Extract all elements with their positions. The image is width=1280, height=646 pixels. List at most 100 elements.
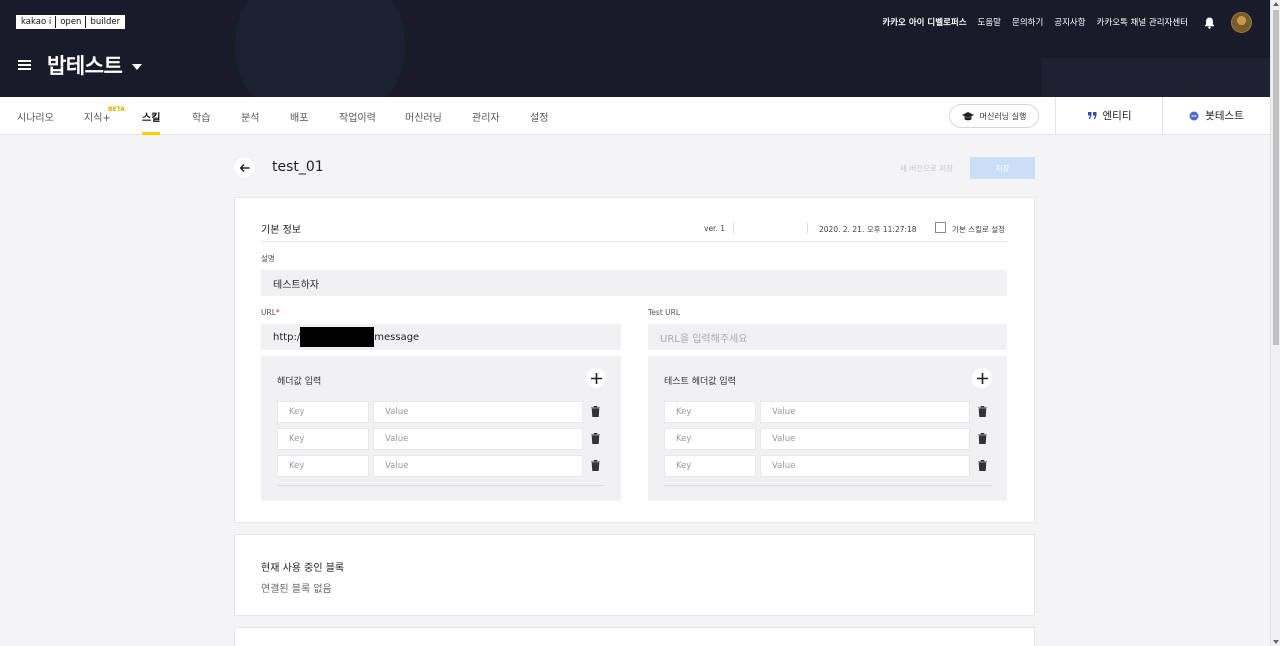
test-header-row: Key Value xyxy=(664,428,992,450)
entity-button[interactable]: 엔티티 xyxy=(1055,97,1163,134)
link-channel-admin[interactable]: 카카오톡 채널 관리자센터 xyxy=(1097,17,1188,29)
header-decoration xyxy=(235,0,405,97)
link-kakao-i-developers[interactable]: 카카오 아이 디벨로퍼스 xyxy=(882,17,966,29)
logo-part: builder xyxy=(85,16,124,28)
url-suffix: message xyxy=(374,331,420,343)
test-url-placeholder: URL을 입력해주세요 xyxy=(660,333,748,345)
tab-analytics[interactable]: 분석 xyxy=(241,109,259,124)
plus-icon xyxy=(976,372,988,384)
skill-title: test_01 xyxy=(272,159,324,175)
page-scrollbar[interactable] xyxy=(1270,0,1280,646)
divider xyxy=(664,485,992,486)
bot-test-button[interactable]: 봇테스트 xyxy=(1162,97,1270,134)
description-input[interactable]: 테스트하자 xyxy=(261,270,1007,296)
trash-icon[interactable] xyxy=(591,460,600,471)
tab-history[interactable]: 작업이력 xyxy=(339,109,376,124)
link-notice[interactable]: 공지사항 xyxy=(1054,17,1085,29)
kakao-open-builder-logo[interactable]: kakao i open builder xyxy=(16,15,126,29)
key-input[interactable]: Key xyxy=(664,455,756,477)
arrow-left-icon xyxy=(239,163,249,172)
url-input[interactable]: http:/ message xyxy=(261,324,621,350)
url-label: URL* xyxy=(261,308,280,317)
test-url-label: Test URL xyxy=(648,308,681,317)
caret-down-icon[interactable] xyxy=(132,63,143,70)
tab-admin[interactable]: 관리자 xyxy=(472,109,500,124)
header-row: Key Value xyxy=(277,401,605,423)
save-as-new-version-button[interactable]: 새 버전으로 저장 xyxy=(887,158,966,179)
default-skill-checkbox[interactable] xyxy=(935,222,946,233)
key-input[interactable]: Key xyxy=(664,401,756,423)
version-label: ver. 1 xyxy=(704,224,725,233)
url-label-text: URL xyxy=(261,308,276,317)
required-mark: * xyxy=(275,308,280,317)
value-input[interactable]: Value xyxy=(373,401,583,423)
key-input[interactable]: Key xyxy=(277,455,369,477)
header-decoration xyxy=(1042,58,1270,97)
scroll-down-icon[interactable] xyxy=(1273,640,1279,644)
quote-icon xyxy=(1087,112,1096,119)
run-machine-learning-label: 머신러닝 실행 xyxy=(979,111,1027,121)
avatar[interactable] xyxy=(1231,12,1252,33)
test-header-row: Key Value xyxy=(664,401,992,423)
scrollbar-thumb[interactable] xyxy=(1273,10,1279,345)
add-test-header-button[interactable] xyxy=(972,368,992,388)
link-inquiry[interactable]: 문의하기 xyxy=(1012,17,1043,29)
trash-icon[interactable] xyxy=(978,406,987,417)
header-values-title: 헤더값 입력 xyxy=(277,377,322,387)
plus-icon xyxy=(590,372,602,384)
divider xyxy=(807,223,808,233)
main-nav: 시나리오 지식+ BETA 스킬 학습 분석 배포 작업이력 머신러닝 관리자 … xyxy=(0,97,1270,135)
value-input[interactable]: Value xyxy=(373,455,583,477)
trash-icon[interactable] xyxy=(591,406,600,417)
divider xyxy=(277,485,605,486)
trash-icon[interactable] xyxy=(978,433,987,444)
blocks-in-use-title: 현재 사용 중인 블록 xyxy=(261,563,345,574)
value-input[interactable]: Value xyxy=(760,401,970,423)
modified-datetime: 2020. 2. 21. 오후 11:27:18 xyxy=(819,225,917,234)
value-input[interactable]: Value xyxy=(373,428,583,450)
key-input[interactable]: Key xyxy=(277,401,369,423)
entity-label: 엔티티 xyxy=(1102,110,1132,122)
url-prefix: http:/ xyxy=(273,331,301,343)
scroll-up-icon[interactable] xyxy=(1273,2,1279,6)
test-header-values-title: 테스트 헤더값 입력 xyxy=(664,377,736,387)
save-button[interactable]: 저장 xyxy=(970,157,1035,179)
key-input[interactable]: Key xyxy=(277,428,369,450)
bell-icon[interactable] xyxy=(1204,17,1215,29)
value-input[interactable]: Value xyxy=(760,455,970,477)
description-value: 테스트하자 xyxy=(273,279,319,291)
tab-deploy[interactable]: 배포 xyxy=(290,109,308,124)
tab-skill[interactable]: 스킬 xyxy=(142,109,161,135)
top-header: kakao i open builder 밥테스트 카카오 아이 디벨로퍼스 도… xyxy=(0,0,1270,97)
value-input[interactable]: Value xyxy=(760,428,970,450)
test-header-values-panel: 테스트 헤더값 입력 Key Value Key Value Key Value xyxy=(648,356,1007,501)
back-button[interactable] xyxy=(234,157,255,178)
header-values-panel: 헤더값 입력 Key Value Key Value Key Value xyxy=(261,356,621,501)
tab-settings[interactable]: 설정 xyxy=(530,109,548,124)
default-skill-label: 기본 스킬로 설정 xyxy=(952,225,1006,234)
divider xyxy=(261,241,1008,242)
key-input[interactable]: Key xyxy=(664,428,756,450)
logo-part: kakao i xyxy=(21,17,52,27)
tab-scenario[interactable]: 시나리오 xyxy=(17,109,54,124)
add-header-button[interactable] xyxy=(586,368,606,388)
run-machine-learning-button[interactable]: 머신러닝 실행 xyxy=(949,104,1039,128)
bot-selector[interactable]: 밥테스트 xyxy=(18,50,143,80)
basic-info-title: 기본 정보 xyxy=(261,225,301,236)
tab-learning[interactable]: 학습 xyxy=(192,109,210,124)
logo-part: open xyxy=(55,16,85,28)
header-row: Key Value xyxy=(277,455,605,477)
trash-icon[interactable] xyxy=(591,433,600,444)
test-url-input[interactable]: URL을 입력해주세요 xyxy=(648,324,1007,350)
tab-machine-learning[interactable]: 머신러닝 xyxy=(405,109,442,124)
no-linked-blocks-text: 연결된 블록 없음 xyxy=(261,584,332,595)
redacted-block xyxy=(300,327,375,347)
link-help[interactable]: 도움말 xyxy=(978,17,1001,29)
graduation-cap-icon xyxy=(961,111,974,120)
basic-info-card: 기본 정보 ver. 1 2020. 2. 21. 오후 11:27:18 기본… xyxy=(234,197,1035,523)
tab-knowledge-plus[interactable]: 지식+ xyxy=(84,109,111,124)
next-card xyxy=(234,627,1035,646)
list-menu-icon[interactable] xyxy=(18,60,31,70)
test-header-row: Key Value xyxy=(664,455,992,477)
trash-icon[interactable] xyxy=(978,460,987,471)
